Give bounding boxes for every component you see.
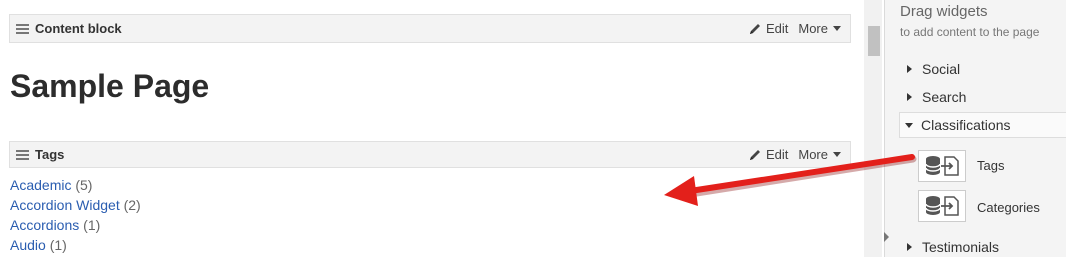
annotation-arrow-icon [664, 154, 917, 206]
